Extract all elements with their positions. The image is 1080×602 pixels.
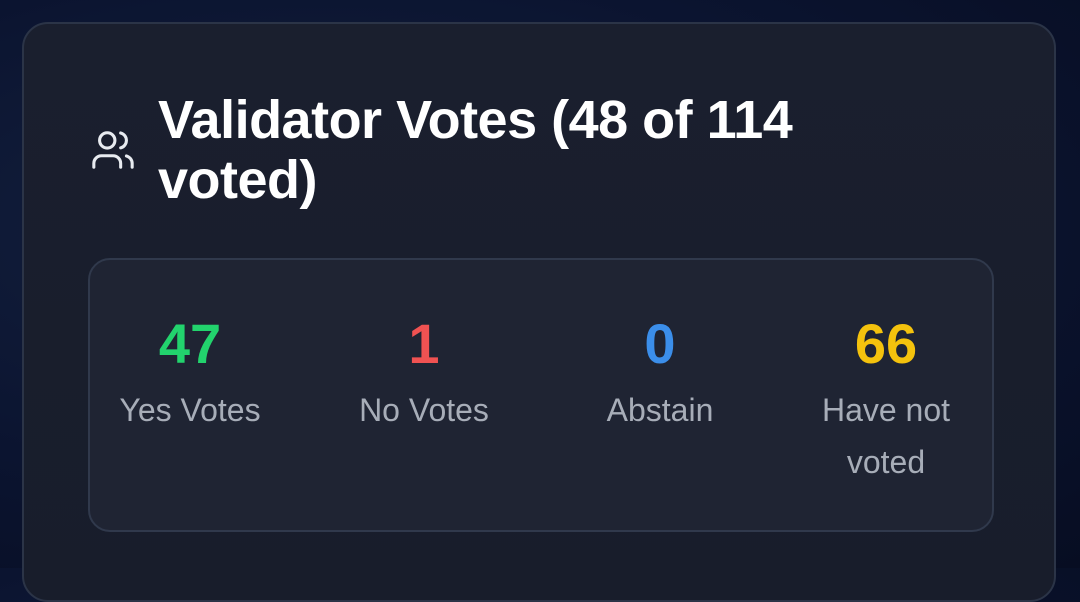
stat-have-not-voted: 66 Have not voted	[786, 312, 986, 488]
stat-no-votes: 1 No Votes	[314, 312, 534, 436]
stat-value: 0	[644, 312, 676, 375]
stat-value: 66	[854, 312, 918, 375]
stat-label: No Votes	[359, 392, 489, 428]
vote-stats-panel: 47 Yes Votes 1 No Votes 0 Abstain 66 Hav…	[88, 258, 994, 532]
validator-votes-card: Validator Votes (48 of 114 voted) 47 Yes…	[22, 22, 1056, 602]
stat-yes-votes: 47 Yes Votes	[80, 312, 300, 436]
stat-value: 47	[158, 312, 222, 375]
card-header: Validator Votes (48 of 114 voted)	[88, 90, 918, 210]
stat-abstain: 0 Abstain	[550, 312, 770, 436]
stat-value: 1	[408, 312, 440, 375]
stat-label: Abstain	[606, 392, 714, 428]
stat-label: Have not voted	[821, 392, 951, 480]
stat-label: Yes Votes	[119, 392, 261, 428]
users-icon	[88, 125, 138, 175]
card-title: Validator Votes (48 of 114 voted)	[158, 90, 793, 210]
